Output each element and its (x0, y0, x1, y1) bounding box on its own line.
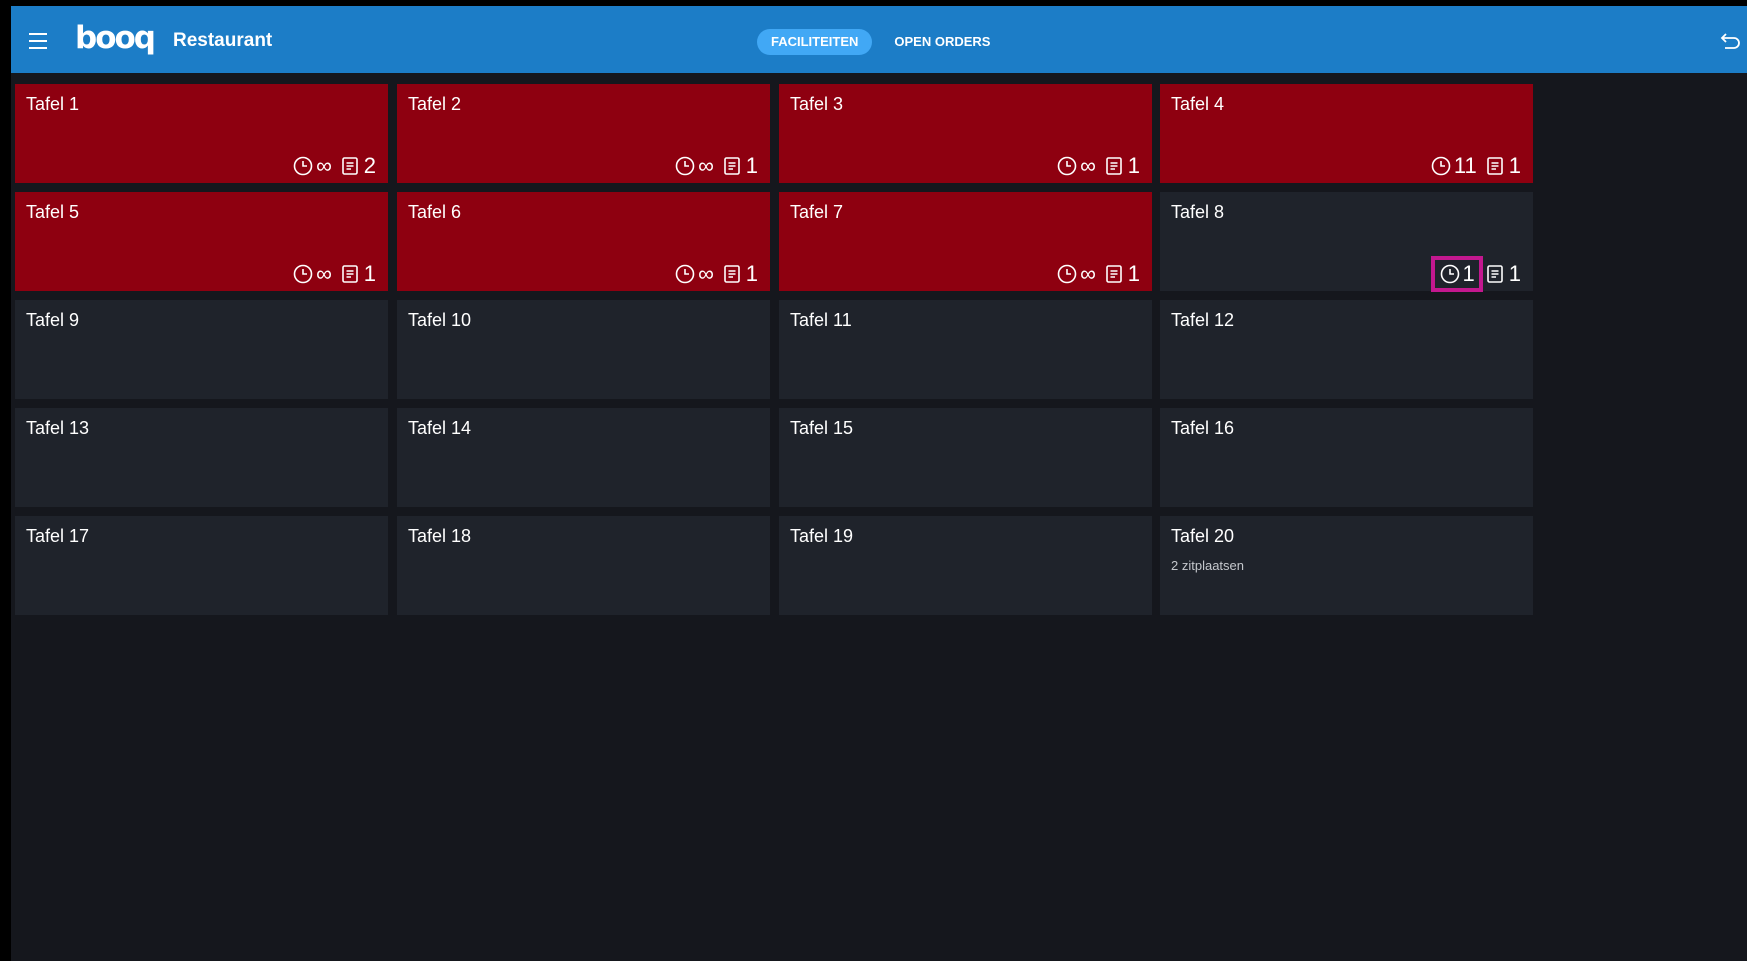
tab-open-orders[interactable]: OPEN ORDERS (880, 29, 1004, 55)
table-status: 11 (1430, 256, 1521, 292)
time-value: ∞ (698, 153, 714, 178)
back-arrow-icon[interactable] (1719, 30, 1743, 52)
table-name: Tafel 14 (408, 418, 472, 438)
table-name: Tafel 3 (790, 94, 844, 114)
receipt-icon (721, 155, 743, 177)
table-status: ∞ 1 (1056, 262, 1140, 286)
table-name: Tafel 16 (1171, 418, 1235, 438)
order-count: 1 (745, 261, 758, 286)
table-status: ∞ 1 (292, 262, 376, 286)
table-name: Tafel 11 (790, 310, 852, 330)
clock-icon (292, 263, 314, 285)
table-name: Tafel 5 (26, 202, 80, 222)
time-value: 11 (1453, 153, 1477, 178)
app-header: booq Restaurant FACILITEITEN OPEN ORDERS (11, 6, 1747, 73)
order-count: 1 (745, 153, 758, 178)
clock-icon (1430, 155, 1452, 177)
table-name: Tafel 2 (408, 94, 462, 114)
table-name: Tafel 4 (1171, 94, 1225, 114)
table-tile[interactable]: Tafel 17 (15, 516, 388, 615)
table-tile[interactable]: Tafel 14 (397, 408, 770, 507)
table-tile[interactable]: Tafel 3 ∞ 1 (779, 84, 1152, 183)
table-status: 11 1 (1430, 154, 1521, 178)
table-tile[interactable]: Tafel 18 (397, 516, 770, 615)
time-value: ∞ (316, 261, 332, 286)
time-indicator: ∞ (292, 154, 332, 178)
time-indicator: ∞ (1056, 262, 1096, 286)
table-tile[interactable]: Tafel 4 11 1 (1160, 84, 1533, 183)
table-name: Tafel 1 (26, 94, 80, 114)
table-name: Tafel 13 (26, 418, 90, 438)
tab-faciliteiten[interactable]: FACILITEITEN (757, 29, 873, 55)
table-name: Tafel 9 (26, 310, 80, 330)
time-value: 1 (1462, 261, 1475, 286)
clock-icon (1056, 263, 1078, 285)
table-tile[interactable]: Tafel 2 ∞ 1 (397, 84, 770, 183)
table-name: Tafel 15 (790, 418, 854, 438)
table-name: Tafel 6 (408, 202, 462, 222)
clock-icon (292, 155, 314, 177)
menu-icon[interactable] (29, 28, 49, 52)
table-status: ∞ 1 (674, 262, 758, 286)
receipt-icon (1103, 155, 1125, 177)
table-name: Tafel 17 (26, 526, 90, 546)
time-value: ∞ (1080, 261, 1096, 286)
order-count: 1 (1508, 261, 1521, 286)
table-name: Tafel 19 (790, 526, 854, 546)
receipt-icon (721, 263, 743, 285)
highlighted-time-indicator: 1 (1430, 256, 1483, 292)
table-tile[interactable]: Tafel 16 (1160, 408, 1533, 507)
table-seats: 2 zitplaatsen (1171, 558, 1244, 573)
table-name: Tafel 7 (790, 202, 844, 222)
time-indicator: ∞ (1056, 154, 1096, 178)
table-tile[interactable]: Tafel 9 (15, 300, 388, 399)
time-value: ∞ (698, 261, 714, 286)
table-name: Tafel 20 (1171, 526, 1235, 546)
time-value: ∞ (1080, 153, 1096, 178)
table-status: ∞ 1 (1056, 154, 1140, 178)
table-status: ∞ 2 (292, 154, 376, 178)
table-tile[interactable]: Tafel 11 (779, 300, 1152, 399)
table-tile[interactable]: Tafel 19 (779, 516, 1152, 615)
time-indicator: ∞ (292, 262, 332, 286)
order-count: 1 (1127, 153, 1140, 178)
order-count: 1 (1508, 153, 1521, 178)
table-tile[interactable]: Tafel 13 (15, 408, 388, 507)
clock-icon (674, 263, 696, 285)
clock-icon (1056, 155, 1078, 177)
table-status: ∞ 1 (674, 154, 758, 178)
table-name: Tafel 18 (408, 526, 472, 546)
clock-icon (1439, 263, 1461, 285)
receipt-icon (1484, 263, 1506, 285)
time-value: ∞ (316, 153, 332, 178)
table-tile[interactable]: Tafel 7 ∞ 1 (779, 192, 1152, 291)
table-tile[interactable]: Tafel 6 ∞ 1 (397, 192, 770, 291)
receipt-icon (1484, 155, 1506, 177)
table-tile[interactable]: Tafel 811 (1160, 192, 1533, 292)
receipt-icon (339, 155, 361, 177)
time-indicator: 11 (1430, 154, 1477, 178)
tables-area: Tafel 1 ∞ 2 Tafel 2 ∞ 1 Tafel 3 ∞ 1 Tafel 4 11 1 Taf… (11, 73, 1747, 961)
time-indicator: ∞ (674, 262, 714, 286)
page-title: Restaurant (173, 30, 273, 51)
order-count: 1 (1127, 261, 1140, 286)
order-count: 1 (363, 261, 376, 286)
table-name: Tafel 10 (408, 310, 472, 330)
table-tile[interactable]: Tafel 20 2 zitplaatsen (1160, 516, 1533, 615)
receipt-icon (339, 263, 361, 285)
tab-bar: FACILITEITEN OPEN ORDERS (757, 29, 1004, 55)
time-indicator: ∞ (674, 154, 714, 178)
table-name: Tafel 12 (1171, 310, 1235, 330)
receipt-icon (1103, 263, 1125, 285)
booq-logo: booq (75, 20, 156, 56)
table-tile[interactable]: Tafel 15 (779, 408, 1152, 507)
table-tile[interactable]: Tafel 1 ∞ 2 (15, 84, 388, 183)
table-tile[interactable]: Tafel 5 ∞ 1 (15, 192, 388, 291)
table-tile[interactable]: Tafel 12 (1160, 300, 1533, 399)
order-count: 2 (363, 153, 376, 178)
table-tile[interactable]: Tafel 10 (397, 300, 770, 399)
clock-icon (674, 155, 696, 177)
table-name: Tafel 8 (1171, 202, 1225, 222)
